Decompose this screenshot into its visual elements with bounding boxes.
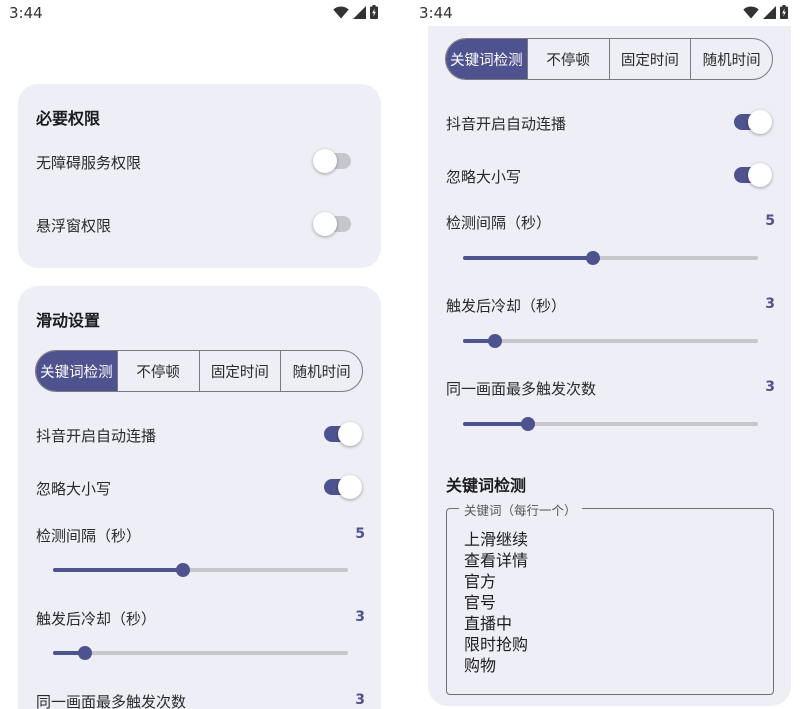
cell-signal-icon [763,5,776,19]
mode-random-time[interactable]: 随机时间 [690,39,772,79]
detect-interval-slider-thumb[interactable] [585,251,600,265]
max-triggers-value: 3 [765,379,775,395]
detect-interval-slider-thumb[interactable] [175,563,190,577]
cooldown-slider-thumb[interactable] [488,334,503,348]
autoplay-label: 抖音开启自动连播 [36,427,157,445]
cooldown-label: 触发后冷却（秒） [36,610,157,628]
mode-random-time[interactable]: 随机时间 [280,351,362,391]
detect-interval-label: 检测间隔（秒） [446,214,552,232]
ignore-case-label: 忽略大小写 [36,480,112,498]
detect-interval-value: 5 [765,213,775,229]
detect-interval-label: 检测间隔（秒） [36,527,142,545]
system-icons [743,5,788,19]
max-triggers-slider[interactable] [463,416,758,432]
max-triggers-value: 3 [355,692,365,708]
swipe-settings-card-scrolled: 关键词检测 不停顿 固定时间 随机时间 抖音开启自动连播 忽略大小写 检测间隔（… [428,26,791,706]
phone-screen-left: 3:44 必要权限 无障碍服务权限 悬浮窗权限 滑动设置 关键词检测 不停顿 固… [0,0,390,709]
keyword-section-title: 关键词检测 [446,476,527,495]
mode-no-pause[interactable]: 不停顿 [116,351,199,391]
autoplay-switch[interactable] [734,110,772,134]
cooldown-value: 3 [765,296,775,312]
max-triggers-slider-thumb[interactable] [520,417,535,431]
overlay-permission-switch[interactable] [313,212,351,236]
permissions-card: 必要权限 无障碍服务权限 悬浮窗权限 [18,84,381,268]
accessibility-permission-switch[interactable] [313,149,351,173]
status-time: 3:44 [419,4,453,22]
ignore-case-switch[interactable] [324,475,362,499]
max-triggers-label: 同一画面最多触发次数 [446,380,597,398]
overlay-permission-label: 悬浮窗权限 [36,217,112,235]
keyword-line: 官方 [464,572,497,591]
mode-fixed-time[interactable]: 固定时间 [608,39,691,79]
mode-segmented-control: 关键词检测 不停顿 固定时间 随机时间 [445,38,773,80]
keywords-field-label: 关键词（每行一个） [459,500,582,519]
detect-interval-slider[interactable] [463,250,758,266]
detect-interval-slider[interactable] [53,562,348,578]
wifi-icon [333,5,349,18]
mode-segmented-control: 关键词检测 不停顿 固定时间 随机时间 [35,350,363,392]
permissions-title: 必要权限 [36,109,101,128]
wifi-icon [743,5,759,18]
autoplay-label: 抖音开启自动连播 [446,115,567,133]
cooldown-slider-thumb[interactable] [78,646,93,660]
cell-signal-icon [353,5,366,19]
keywords-textarea[interactable]: 关键词（每行一个） 上滑继续 查看详情 官方 官号 直播中 限时抢购 购物 [446,500,774,695]
keyword-line: 购物 [464,656,497,675]
phone-screen-right: 3:44 关键词检测 不停顿 固定时间 随机时间 抖音开启自动连播 忽略大小写 … [410,0,800,709]
battery-charging-icon [370,5,378,19]
keyword-line: 上滑继续 [464,530,529,549]
mode-keyword-detection[interactable]: 关键词检测 [446,39,527,79]
cooldown-label: 触发后冷却（秒） [446,297,567,315]
cooldown-slider[interactable] [463,333,758,349]
status-bar: 3:44 [410,0,800,28]
keyword-line: 直播中 [464,614,513,633]
keywords-text: 上滑继续 查看详情 官方 官号 直播中 限时抢购 购物 [464,529,528,676]
ignore-case-label: 忽略大小写 [446,168,522,186]
keyword-line: 查看详情 [464,551,529,570]
ignore-case-switch[interactable] [734,163,772,187]
mode-keyword-detection[interactable]: 关键词检测 [36,351,117,391]
detect-interval-value: 5 [355,526,365,542]
cooldown-value: 3 [355,609,365,625]
status-bar: 3:44 [0,0,390,28]
accessibility-permission-label: 无障碍服务权限 [36,154,142,172]
keyword-line: 官号 [464,593,497,612]
battery-charging-icon [780,5,788,19]
max-triggers-label: 同一画面最多触发次数 [36,693,187,709]
mode-fixed-time[interactable]: 固定时间 [198,351,281,391]
swipe-settings-card: 滑动设置 关键词检测 不停顿 固定时间 随机时间 抖音开启自动连播 忽略大小写 … [18,286,381,709]
cooldown-slider[interactable] [53,645,348,661]
status-time: 3:44 [9,4,43,22]
mode-no-pause[interactable]: 不停顿 [526,39,609,79]
swipe-settings-title: 滑动设置 [36,311,101,330]
system-icons [333,5,378,19]
autoplay-switch[interactable] [324,422,362,446]
keyword-line: 限时抢购 [464,635,529,654]
